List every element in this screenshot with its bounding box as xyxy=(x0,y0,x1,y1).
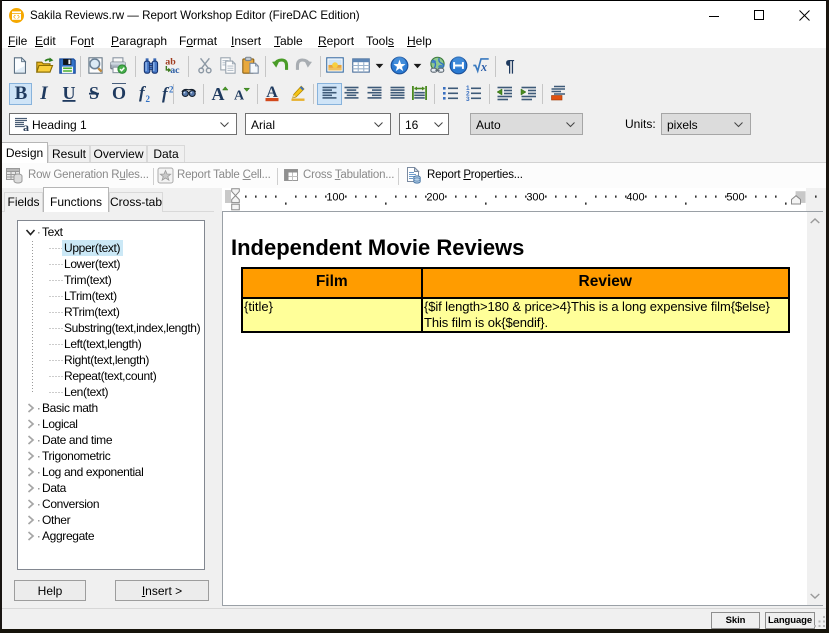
svg-text:S: S xyxy=(89,83,99,103)
svg-text:3: 3 xyxy=(466,96,470,102)
svg-text:ac: ac xyxy=(170,65,180,75)
svg-text:I: I xyxy=(39,83,48,103)
svg-text:400: 400 xyxy=(626,192,644,204)
svg-text:a: a xyxy=(23,120,29,133)
svg-text:x: x xyxy=(480,60,487,74)
svg-text:U: U xyxy=(63,83,76,103)
svg-text:A: A xyxy=(212,84,225,103)
svg-text:200: 200 xyxy=(426,192,444,204)
svg-text:B: B xyxy=(14,83,27,103)
svg-text:O: O xyxy=(111,83,125,103)
svg-text:¶: ¶ xyxy=(506,58,515,76)
svg-text:500: 500 xyxy=(726,192,744,204)
svg-text:300: 300 xyxy=(526,192,544,204)
svg-text:2: 2 xyxy=(145,94,150,103)
svg-text:A: A xyxy=(234,89,245,104)
svg-text:100: 100 xyxy=(326,192,344,204)
